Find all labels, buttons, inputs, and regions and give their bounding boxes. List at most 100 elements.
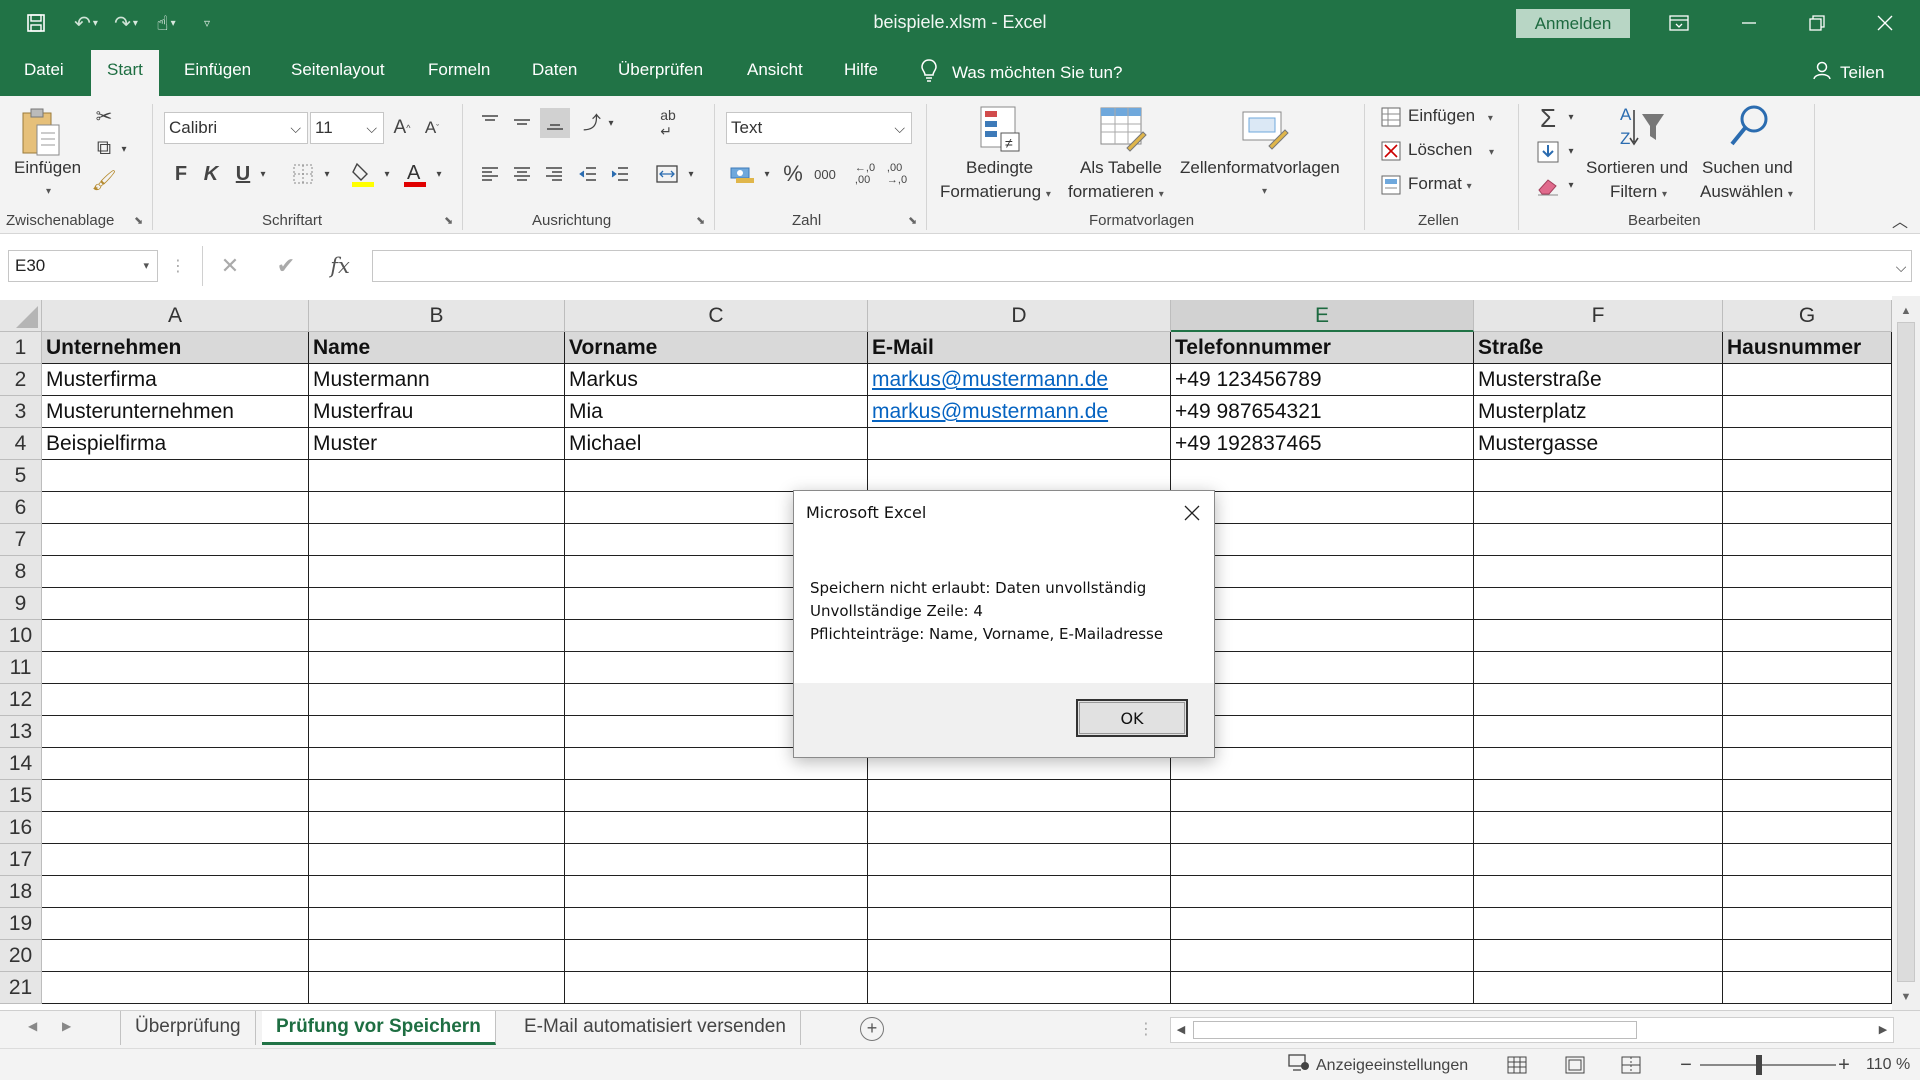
cell[interactable] — [1171, 748, 1474, 780]
align-bottom-icon[interactable] — [540, 108, 570, 138]
delete-cells-icon[interactable] — [1380, 140, 1402, 162]
row-header-3[interactable]: 3 — [0, 396, 42, 428]
format-as-table-line1[interactable]: Als Tabelle — [1080, 156, 1162, 180]
row-header-7[interactable]: 7 — [0, 524, 42, 556]
cell[interactable] — [868, 812, 1171, 844]
page-break-view-icon[interactable] — [1618, 1053, 1644, 1077]
font-color-dropdown[interactable]: ▾ — [432, 166, 446, 182]
align-right-icon[interactable] — [542, 160, 566, 188]
shrink-font-icon[interactable]: Aˇ — [420, 114, 444, 142]
header-cell-telefonnummer[interactable]: Telefonnummer — [1171, 332, 1474, 364]
cell[interactable] — [868, 972, 1171, 1004]
cell[interactable] — [309, 684, 565, 716]
tab-ansicht[interactable]: Ansicht — [747, 60, 803, 80]
row-header-17[interactable]: 17 — [0, 844, 42, 876]
cell[interactable] — [309, 908, 565, 940]
cell[interactable]: Musterunternehmen — [42, 396, 309, 428]
row-header-18[interactable]: 18 — [0, 876, 42, 908]
cell[interactable] — [1474, 684, 1723, 716]
email-link-cell[interactable]: markus@mustermann.de — [868, 364, 1171, 396]
insert-cells-icon[interactable] — [1380, 106, 1402, 128]
italic-button[interactable]: K — [200, 160, 222, 188]
borders-dropdown[interactable]: ▾ — [320, 166, 334, 182]
collapse-ribbon-icon[interactable]: ︿ — [1888, 210, 1912, 231]
cell[interactable]: +49 123456789 — [1171, 364, 1474, 396]
align-top-icon[interactable] — [478, 110, 502, 134]
cell[interactable] — [309, 524, 565, 556]
page-layout-view-icon[interactable] — [1562, 1053, 1588, 1077]
header-cell-strasse[interactable]: Straße — [1474, 332, 1723, 364]
scroll-down-icon[interactable]: ▼ — [1892, 986, 1920, 1008]
column-header-f[interactable]: F — [1474, 300, 1723, 332]
cell[interactable] — [565, 844, 868, 876]
format-painter-icon[interactable]: 🖌 — [91, 168, 116, 192]
cell[interactable] — [309, 716, 565, 748]
ok-button[interactable]: OK — [1076, 699, 1188, 737]
delete-cells-label[interactable]: Löschen ▾ — [1408, 138, 1494, 165]
cell[interactable] — [309, 972, 565, 1004]
header-cell-unternehmen[interactable]: Unternehmen — [42, 332, 309, 364]
cell[interactable] — [1474, 556, 1723, 588]
cell[interactable]: Musterplatz — [1474, 396, 1723, 428]
cell[interactable]: Mustergasse — [1474, 428, 1723, 460]
merge-dropdown[interactable]: ▾ — [684, 166, 698, 182]
cell[interactable] — [565, 972, 868, 1004]
row-header-11[interactable]: 11 — [0, 652, 42, 684]
copy-dropdown[interactable]: ▾ — [118, 142, 130, 156]
scroll-right-icon[interactable]: ▶ — [1873, 1018, 1893, 1042]
tab-start[interactable]: Start — [91, 50, 159, 96]
insert-function-button[interactable]: fx — [324, 250, 356, 282]
sum-icon[interactable]: Σ — [1534, 103, 1562, 133]
cell[interactable] — [1171, 492, 1474, 524]
cell[interactable] — [565, 908, 868, 940]
cell-styles-icon[interactable] — [1240, 104, 1290, 154]
row-header-12[interactable]: 12 — [0, 684, 42, 716]
cell[interactable] — [1474, 524, 1723, 556]
currency-icon[interactable] — [728, 160, 758, 188]
cell[interactable] — [1723, 364, 1892, 396]
cell[interactable] — [1171, 716, 1474, 748]
horizontal-scrollbar[interactable]: ◀ ▶ — [1170, 1017, 1894, 1043]
cell[interactable] — [868, 940, 1171, 972]
vertical-scroll-thumb[interactable] — [1897, 322, 1915, 982]
bold-button[interactable]: F — [170, 160, 192, 188]
cell[interactable] — [1474, 844, 1723, 876]
cell[interactable] — [1723, 812, 1892, 844]
format-as-table-icon[interactable] — [1098, 104, 1148, 154]
row-header-2[interactable]: 2 — [0, 364, 42, 396]
header-cell-vorname[interactable]: Vorname — [565, 332, 868, 364]
cell[interactable] — [1723, 844, 1892, 876]
row-header-9[interactable]: 9 — [0, 588, 42, 620]
sort-filter-line1[interactable]: Sortieren und — [1586, 156, 1688, 180]
cell[interactable] — [1723, 396, 1892, 428]
cancel-icon[interactable]: ✕ — [214, 252, 246, 280]
tab-daten[interactable]: Daten — [532, 60, 577, 80]
number-format-combo[interactable]: Text ⌵ — [726, 112, 912, 144]
clear-icon[interactable] — [1534, 172, 1562, 200]
alignment-launcher-icon[interactable]: ⬊ — [696, 214, 705, 227]
cell[interactable] — [1474, 492, 1723, 524]
column-header-b[interactable]: B — [309, 300, 565, 332]
ribbon-display-icon[interactable] — [1644, 0, 1714, 46]
column-header-g[interactable]: G — [1723, 300, 1892, 332]
cell[interactable] — [42, 460, 309, 492]
borders-icon[interactable] — [290, 160, 316, 188]
tab-ueberpruefen[interactable]: Überprüfen — [618, 60, 703, 80]
sheet-tab-ueberpruefung[interactable]: Überprüfung — [120, 1011, 256, 1045]
cell[interactable] — [309, 812, 565, 844]
cell[interactable] — [1723, 588, 1892, 620]
column-header-e[interactable]: E — [1171, 300, 1474, 332]
cell[interactable] — [1723, 972, 1892, 1004]
font-size-combo[interactable]: 11 ⌵ — [310, 112, 384, 144]
cell[interactable] — [868, 780, 1171, 812]
align-center-icon[interactable] — [510, 160, 534, 188]
cell[interactable] — [309, 556, 565, 588]
cell[interactable] — [1723, 620, 1892, 652]
cell[interactable] — [868, 460, 1171, 492]
format-cells-icon[interactable] — [1380, 174, 1402, 196]
underline-button[interactable]: U — [232, 160, 254, 188]
orientation-dropdown[interactable]: ▾ — [604, 116, 618, 130]
clear-dropdown[interactable]: ▾ — [1564, 178, 1578, 192]
sheet-next-icon[interactable]: ▶ — [62, 1019, 71, 1033]
cell[interactable] — [309, 652, 565, 684]
